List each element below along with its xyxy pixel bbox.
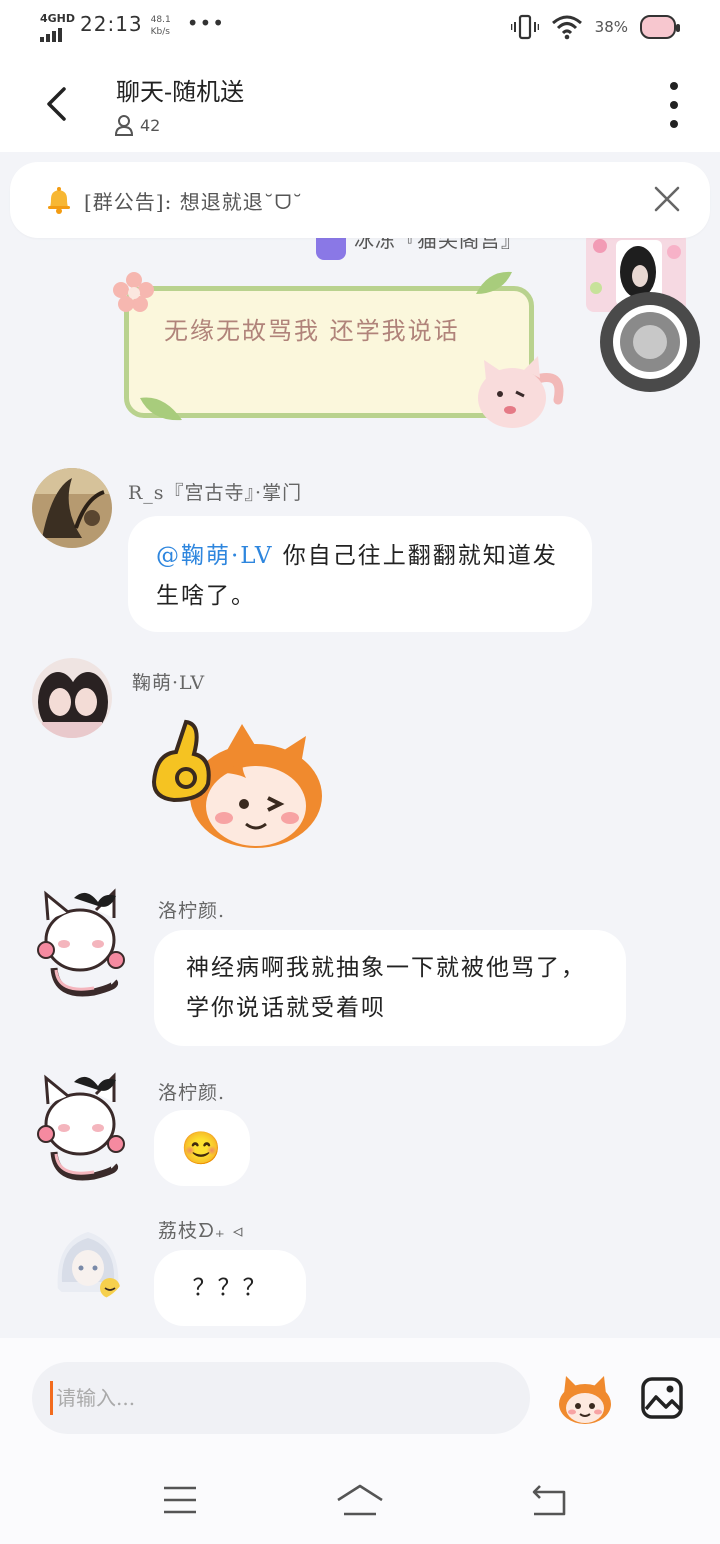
- message-input[interactable]: [56, 1362, 516, 1434]
- network-speed: 48.1 Kb/s: [150, 15, 171, 37]
- cat-character-icon: [478, 356, 564, 428]
- floating-assistive-button[interactable]: [600, 292, 700, 392]
- text-cursor: [50, 1381, 53, 1415]
- signal-icon: 4GHD: [40, 12, 76, 42]
- wifi-icon: [551, 15, 582, 40]
- battery-icon: [640, 15, 680, 39]
- decorated-message-bubble[interactable]: 无缘无故骂我 还学我说话: [113, 271, 564, 428]
- chat-message-list[interactable]: 冰冻『猫尖阁宫』 无缘无故骂我 还学我说话 R_s『宫古寺』·掌门 @鞠萌·LV…: [0, 152, 720, 1338]
- message-bubble[interactable]: @鞠萌·LV 你自己往上翻翻就知道发生啥了。: [128, 516, 592, 632]
- chevron-left-icon: [47, 87, 66, 121]
- sender-name: R_s『宫古寺』·掌门: [128, 482, 303, 504]
- announcement-text: [群公告]: 想退就退˘ᗜ˘: [84, 189, 304, 214]
- member-count-value: 42: [140, 115, 161, 135]
- message-text: 神经病啊我就抽象一下就被他骂了，学你说话就受着呗: [186, 955, 586, 1021]
- vibrate-icon: [510, 14, 539, 40]
- message-composer: [0, 1338, 720, 1458]
- message-bubble[interactable]: 神经病啊我就抽象一下就被他骂了，学你说话就受着呗: [154, 930, 626, 1046]
- avatar[interactable]: [34, 1072, 130, 1184]
- menu-icon[interactable]: [150, 1480, 210, 1520]
- bell-icon: [48, 187, 70, 214]
- avatar[interactable]: [32, 658, 112, 738]
- message-text: ？？？: [192, 1275, 268, 1301]
- close-icon[interactable]: [652, 184, 682, 214]
- home-icon[interactable]: [330, 1480, 390, 1520]
- network-type: 4GHD: [40, 12, 76, 25]
- leaf-decoration-icon: [476, 271, 512, 294]
- sticker-image[interactable]: [146, 714, 326, 854]
- sender-name: 洛柠颜.: [158, 900, 226, 922]
- flower-decoration-icon: [113, 272, 154, 312]
- battery-level: 38%: [594, 18, 628, 36]
- sender-name: 荔枝ᗤ₊ ◃: [158, 1220, 244, 1242]
- message-bubble[interactable]: 😊: [154, 1110, 250, 1186]
- mention-link[interactable]: @鞠萌·LV: [156, 543, 273, 569]
- avatar[interactable]: [48, 1222, 128, 1302]
- status-time: 22:13: [80, 12, 143, 36]
- more-vertical-icon: [670, 82, 678, 90]
- person-icon: [114, 115, 134, 136]
- more-button[interactable]: [664, 82, 684, 128]
- smile-emoji: 😊: [181, 1129, 223, 1167]
- sender-name: 洛柠颜.: [158, 1082, 226, 1104]
- back-button[interactable]: [34, 82, 78, 126]
- back-nav-icon[interactable]: [520, 1480, 580, 1520]
- chat-header: 聊天-随机送 42: [0, 58, 720, 152]
- more-notifications-icon: •••: [186, 11, 226, 35]
- message-input-wrapper[interactable]: [32, 1362, 530, 1434]
- leaf-decoration-icon: [140, 397, 182, 421]
- emoji-sticker-button[interactable]: [556, 1372, 614, 1426]
- system-navigation-bar: [0, 1458, 720, 1544]
- avatar[interactable]: [32, 468, 112, 548]
- member-count[interactable]: 42: [114, 114, 160, 136]
- decorated-message-text: 无缘无故骂我 还学我说话: [164, 317, 460, 345]
- image-icon[interactable]: [640, 1376, 684, 1420]
- sender-name: 鞠萌·LV: [132, 672, 206, 694]
- status-bar: 4GHD 22:13 48.1 Kb/s ••• 38%: [0, 0, 720, 58]
- message-bubble[interactable]: ？？？: [154, 1250, 306, 1326]
- avatar[interactable]: [34, 888, 130, 1000]
- chat-title: 聊天-随机送: [116, 78, 245, 106]
- group-announcement-banner[interactable]: [群公告]: 想退就退˘ᗜ˘: [10, 162, 710, 238]
